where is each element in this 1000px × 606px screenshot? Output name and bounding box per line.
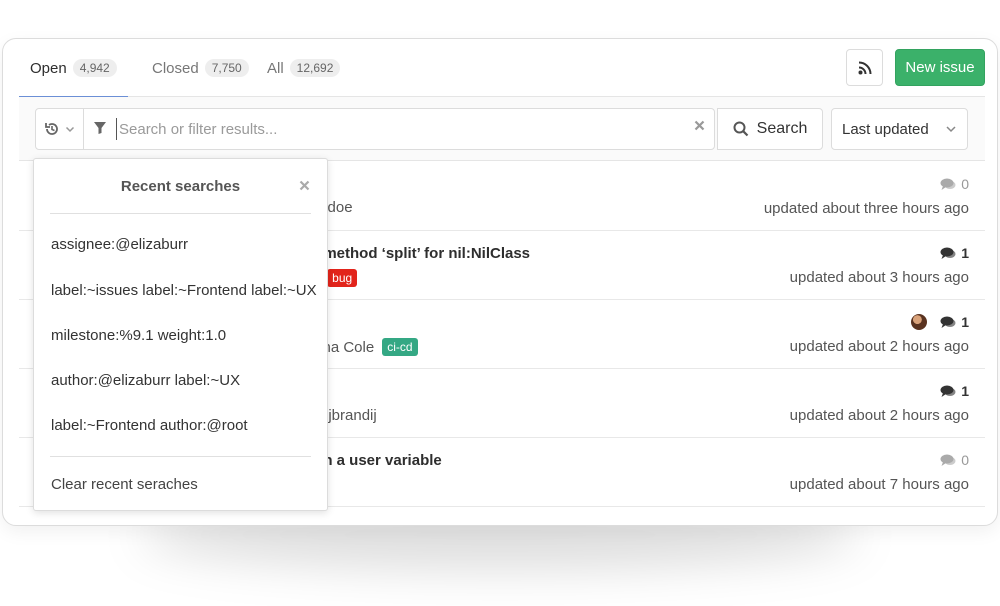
tab-all-count: 12,692 <box>289 59 341 77</box>
issue-comments[interactable]: 1 <box>911 314 969 330</box>
history-icon <box>45 123 58 135</box>
issue-title[interactable]: ch a user variable <box>315 452 442 469</box>
issue-updated: updated about 3 hours ago <box>789 269 969 286</box>
tab-closed[interactable]: Closed 7,750 <box>152 39 249 97</box>
dropdown-divider <box>50 456 311 457</box>
issue-comments[interactable]: 1 <box>940 245 969 261</box>
tab-open[interactable]: Open 4,942 <box>19 39 128 98</box>
filter-icon <box>94 122 106 134</box>
issue-title[interactable]: l method ‘split’ for nil:NilClass <box>315 245 530 262</box>
comments-count: 1 <box>961 245 969 261</box>
comments-icon <box>940 178 956 190</box>
label-bug[interactable]: bug <box>327 269 358 287</box>
clear-recent-searches-button[interactable]: Clear recent seraches <box>51 476 198 493</box>
search-button[interactable]: Search <box>717 108 823 150</box>
new-issue-button[interactable]: New issue <box>895 49 985 86</box>
comments-count: 0 <box>961 452 969 468</box>
sort-value: Last updated <box>842 120 929 138</box>
recent-search-item[interactable]: author:@elizaburr label:~UX <box>51 372 240 389</box>
close-icon[interactable] <box>299 180 310 191</box>
tab-open-label: Open <box>30 59 67 77</box>
comments-icon <box>940 385 956 397</box>
recent-search-item[interactable]: label:~issues label:~Frontend label:~UX <box>51 282 317 299</box>
search-button-label: Search <box>756 120 808 137</box>
issue-updated: updated about 7 hours ago <box>789 476 969 493</box>
search-input[interactable] <box>116 118 676 140</box>
recent-search-item[interactable]: milestone:%9.1 weight:1.0 <box>51 327 226 344</box>
recent-searches-dropdown: Recent searches assignee:@elizaburr labe… <box>33 158 328 511</box>
issue-updated: updated about 2 hours ago <box>789 338 969 355</box>
label-ci-cd[interactable]: ci-cd <box>382 338 418 356</box>
issue-meta: sha Cole ci-cd <box>315 338 418 356</box>
tab-open-count: 4,942 <box>72 59 117 77</box>
comments-icon <box>940 247 956 259</box>
filtered-search-box <box>35 108 715 150</box>
comments-count: 1 <box>961 383 969 399</box>
sort-dropdown[interactable]: Last updated <box>831 108 968 150</box>
search-icon <box>733 121 748 137</box>
issue-state-tabs: Open 4,942 Closed 7,750 All 12,692 New i… <box>19 39 985 98</box>
assignee-avatar[interactable] <box>911 314 928 330</box>
filter-bar: Search Last updated <box>19 97 985 161</box>
issue-comments[interactable]: 0 <box>940 176 969 192</box>
rss-icon <box>858 61 871 74</box>
chevron-down-icon <box>65 126 75 133</box>
issue-updated: updated about 2 hours ago <box>789 407 969 424</box>
recent-search-item[interactable]: label:~Frontend author:@root <box>51 417 248 434</box>
issue-updated: updated about three hours ago <box>763 200 969 217</box>
clear-search-icon[interactable] <box>694 120 705 131</box>
tab-closed-count: 7,750 <box>204 59 249 77</box>
rss-feed-button[interactable] <box>846 49 883 86</box>
comments-count: 1 <box>961 314 969 330</box>
issue-comments[interactable]: 1 <box>940 383 969 399</box>
tab-closed-label: Closed <box>152 59 199 77</box>
dropdown-divider <box>50 213 311 214</box>
recent-searches-title: Recent searches <box>120 178 241 195</box>
issue-comments[interactable]: 0 <box>940 452 969 468</box>
comments-icon <box>940 316 956 328</box>
recent-search-item[interactable]: assignee:@elizaburr <box>51 236 188 253</box>
comments-icon <box>940 454 956 466</box>
recent-searches-toggle[interactable] <box>36 109 84 149</box>
tab-all[interactable]: All 12,692 <box>267 39 341 97</box>
chevron-down-icon <box>946 126 956 133</box>
tab-all-label: All <box>267 59 284 77</box>
comments-count: 0 <box>961 176 969 192</box>
